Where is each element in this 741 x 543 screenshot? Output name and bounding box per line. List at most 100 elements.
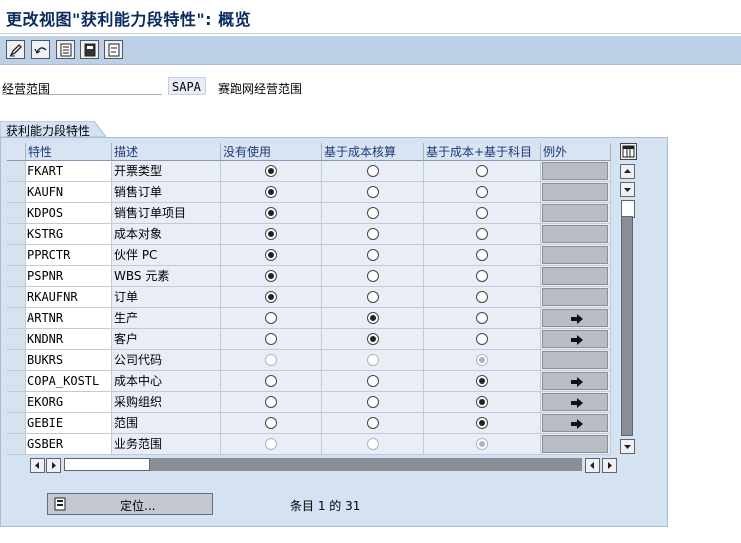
exception-button[interactable] bbox=[542, 267, 608, 285]
radio-button[interactable] bbox=[265, 186, 277, 198]
exception-button[interactable] bbox=[542, 183, 608, 201]
radio-button[interactable] bbox=[476, 207, 488, 219]
radio-button[interactable] bbox=[366, 291, 379, 303]
scroll-page-right-icon[interactable] bbox=[602, 458, 617, 473]
area-value-field[interactable]: SAPA bbox=[168, 77, 206, 95]
radio-button[interactable] bbox=[265, 207, 277, 219]
radio-button[interactable] bbox=[366, 375, 379, 387]
radio-button[interactable] bbox=[476, 333, 488, 345]
header-char[interactable]: 特性 bbox=[26, 143, 112, 161]
desc-cell: WBS 元素 bbox=[112, 266, 221, 287]
radio-button[interactable] bbox=[265, 165, 277, 177]
edit-pencil-icon[interactable] bbox=[6, 40, 25, 59]
exception-button[interactable] bbox=[542, 330, 608, 348]
char-cell: KDPOS bbox=[26, 203, 112, 224]
exception-button[interactable] bbox=[542, 372, 608, 390]
radio-button[interactable] bbox=[476, 165, 488, 177]
radio-button[interactable] bbox=[265, 291, 277, 303]
scroll-track[interactable] bbox=[621, 216, 633, 436]
exception-button[interactable] bbox=[542, 246, 608, 264]
radio-button[interactable] bbox=[366, 186, 379, 198]
radio-button[interactable] bbox=[476, 375, 488, 387]
table-row: COPA_KOSTL 成本中心 bbox=[7, 371, 611, 392]
row-selector[interactable] bbox=[7, 224, 26, 245]
radio-button[interactable] bbox=[265, 249, 277, 261]
exception-button[interactable] bbox=[542, 393, 608, 411]
row-selector[interactable] bbox=[7, 371, 26, 392]
radio-button[interactable] bbox=[265, 228, 277, 240]
scroll-up-icon[interactable] bbox=[620, 164, 635, 179]
radio-button[interactable] bbox=[265, 333, 277, 345]
row-selector[interactable] bbox=[7, 350, 26, 371]
vertical-scrollbar[interactable] bbox=[620, 164, 636, 454]
radio-button[interactable] bbox=[265, 270, 277, 282]
radio-button[interactable] bbox=[366, 396, 379, 408]
exception-button[interactable] bbox=[542, 162, 608, 180]
row-selector[interactable] bbox=[7, 392, 26, 413]
exception-button[interactable] bbox=[542, 351, 608, 369]
row-selector[interactable] bbox=[7, 308, 26, 329]
radio-button[interactable] bbox=[476, 312, 488, 324]
position-button[interactable]: 定位... bbox=[47, 493, 213, 515]
header-desc[interactable]: 描述 bbox=[112, 143, 221, 161]
row-selector[interactable] bbox=[7, 266, 26, 287]
radio-button[interactable] bbox=[366, 249, 379, 261]
scroll-bottom-icon[interactable] bbox=[620, 439, 635, 454]
save-icon[interactable] bbox=[56, 40, 75, 59]
scroll-down-icon[interactable] bbox=[620, 182, 635, 197]
scroll-left-icon[interactable] bbox=[30, 458, 45, 473]
radio-button[interactable] bbox=[476, 417, 488, 429]
row-selector[interactable] bbox=[7, 203, 26, 224]
exception-button[interactable] bbox=[542, 435, 608, 453]
desc-cell: 公司代码 bbox=[112, 350, 221, 371]
radio-button[interactable] bbox=[366, 165, 379, 177]
radio-button[interactable] bbox=[265, 312, 277, 324]
radio-button[interactable] bbox=[366, 207, 379, 219]
select-all-header[interactable] bbox=[7, 143, 26, 161]
undo-icon[interactable] bbox=[31, 40, 50, 59]
radio-button[interactable] bbox=[366, 270, 379, 282]
row-selector[interactable] bbox=[7, 434, 26, 455]
radio-button[interactable] bbox=[366, 417, 379, 429]
header-costing[interactable]: 基于成本核算 bbox=[322, 143, 424, 161]
radio-button[interactable] bbox=[476, 249, 488, 261]
scroll-page-left-icon[interactable] bbox=[585, 458, 600, 473]
radio-button[interactable] bbox=[265, 396, 277, 408]
radio-button[interactable] bbox=[265, 375, 277, 387]
radio-button[interactable] bbox=[476, 186, 488, 198]
exception-button[interactable] bbox=[542, 288, 608, 306]
radio-button[interactable] bbox=[476, 270, 488, 282]
radio-button[interactable] bbox=[366, 312, 379, 324]
row-selector[interactable] bbox=[7, 245, 26, 266]
exception-button[interactable] bbox=[542, 225, 608, 243]
radio-button[interactable] bbox=[476, 228, 488, 240]
list-icon[interactable] bbox=[104, 40, 123, 59]
horizontal-scrollbar[interactable] bbox=[30, 458, 617, 473]
scroll-right-small-icon[interactable] bbox=[46, 458, 61, 473]
radio-button[interactable] bbox=[366, 333, 379, 345]
exception-cell bbox=[541, 329, 611, 350]
exception-cell bbox=[541, 413, 611, 434]
header-unused[interactable]: 没有使用 bbox=[221, 143, 322, 161]
exception-button[interactable] bbox=[542, 204, 608, 222]
radio-button[interactable] bbox=[366, 228, 379, 240]
exception-button[interactable] bbox=[542, 414, 608, 432]
exception-button[interactable] bbox=[542, 309, 608, 327]
header-costing-acct[interactable]: 基于成本+基于科目 bbox=[424, 143, 541, 161]
copy-icon[interactable] bbox=[80, 40, 99, 59]
row-selector[interactable] bbox=[7, 329, 26, 350]
row-selector[interactable] bbox=[7, 182, 26, 203]
row-selector[interactable] bbox=[7, 161, 26, 182]
radio-cell-costing bbox=[322, 308, 424, 329]
header-exception[interactable]: 例外 bbox=[541, 143, 611, 161]
row-selector[interactable] bbox=[7, 287, 26, 308]
radio-cell-unused bbox=[221, 182, 322, 203]
row-selector[interactable] bbox=[7, 413, 26, 434]
radio-button[interactable] bbox=[265, 417, 277, 429]
radio-button[interactable] bbox=[476, 291, 488, 303]
table-settings-icon[interactable] bbox=[620, 143, 637, 160]
radio-button[interactable] bbox=[476, 396, 488, 408]
desc-cell: 成本中心 bbox=[112, 371, 221, 392]
h-scroll-thumb[interactable] bbox=[64, 458, 150, 471]
table-row: PPRCTR 伙伴 PC bbox=[7, 245, 611, 266]
